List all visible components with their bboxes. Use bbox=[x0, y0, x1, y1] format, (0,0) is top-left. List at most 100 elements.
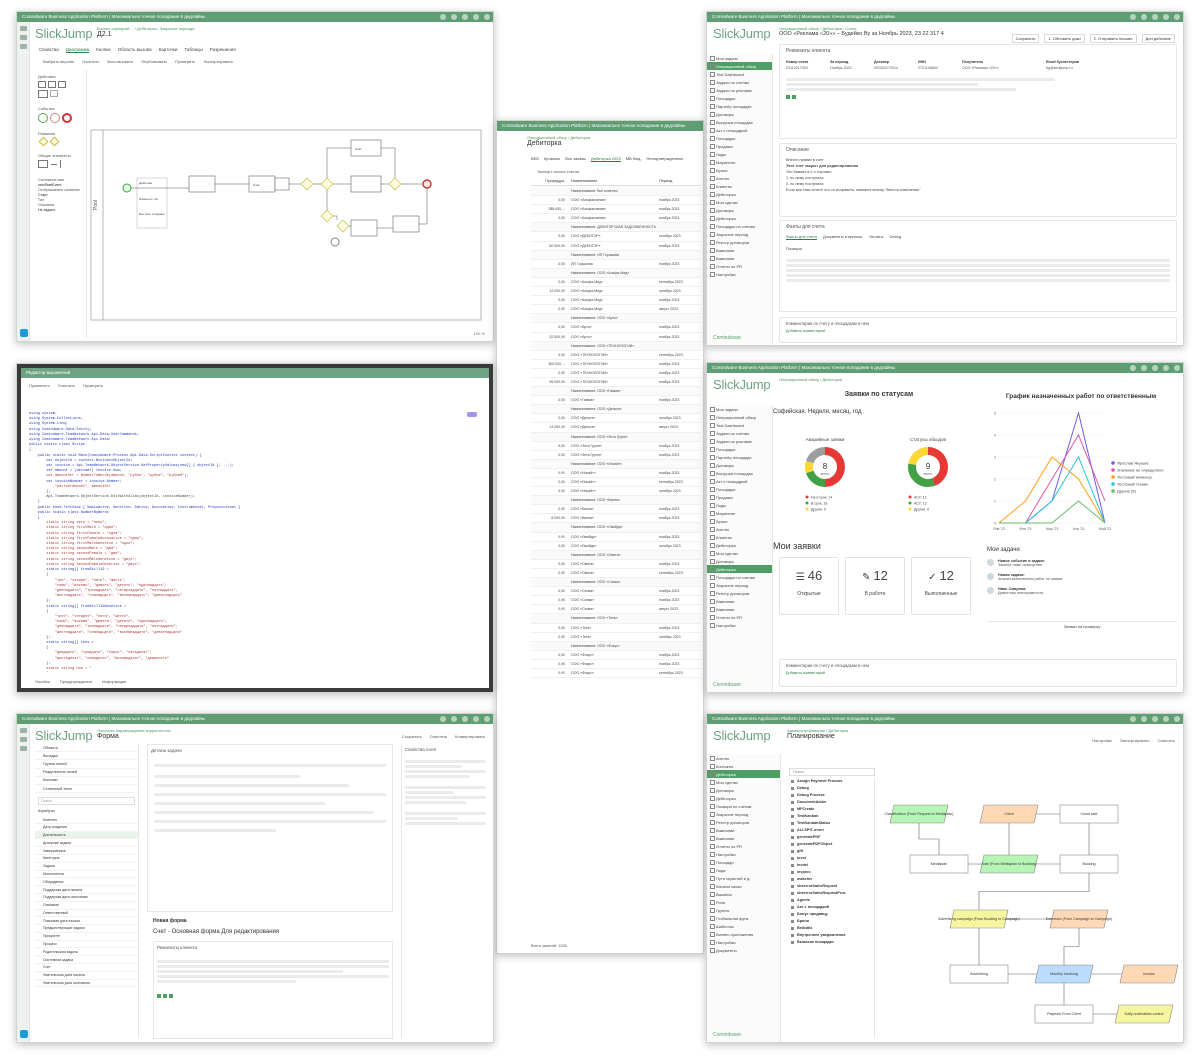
sidebar-item[interactable]: Операционный обзор bbox=[707, 413, 772, 421]
breadcrumb-text[interactable]: Операционный обзор / Дебиторка bbox=[779, 377, 842, 382]
sidebar-item[interactable]: Документы bbox=[707, 946, 780, 954]
table-row[interactable]: 0,00 ООО «Тета» октябрь 2023 bbox=[531, 633, 701, 642]
component-item[interactable]: Вкладка bbox=[35, 752, 138, 761]
rail-icon[interactable] bbox=[19, 728, 27, 733]
table-row[interactable]: 0,00 ООО «Инсайт» сентябрь 2023 bbox=[531, 478, 701, 488]
sidebar-item[interactable]: Агенты bbox=[707, 525, 772, 533]
table-row[interactable]: 0,00 ООО «Фокус» сентябрь 2023 bbox=[531, 669, 701, 679]
attribute-item[interactable]: Описание bbox=[35, 902, 138, 910]
field-value[interactable]: 202303172914 bbox=[874, 66, 914, 70]
settings-icon[interactable] bbox=[1163, 365, 1169, 371]
comindware-icon[interactable] bbox=[20, 329, 28, 337]
sidebar-item[interactable]: Площадки bbox=[707, 445, 772, 453]
tab-facts[interactable]: Факты для счета bbox=[786, 234, 817, 240]
table-row[interactable]: Наименование: Все клиенты bbox=[531, 187, 701, 197]
help-icon[interactable] bbox=[1130, 716, 1136, 722]
gateway[interactable] bbox=[388, 177, 402, 191]
search-input[interactable]: Поиск bbox=[38, 797, 135, 806]
sidebar-item[interactable]: Задачи по рекламе bbox=[707, 437, 772, 445]
tab-documents[interactable]: Документы и прилож. bbox=[823, 234, 863, 240]
checkbox[interactable] bbox=[792, 95, 796, 100]
share-icon[interactable] bbox=[1152, 14, 1158, 20]
attribute-item[interactable]: Фактическая дата начала bbox=[35, 972, 138, 980]
share-icon[interactable] bbox=[1152, 716, 1158, 722]
start-event-shape[interactable] bbox=[38, 113, 48, 123]
table-row[interactable]: 0,00 ООО «Омега» сентябрь 2023 bbox=[531, 569, 701, 579]
clear-button[interactable]: Очистить bbox=[1158, 738, 1175, 743]
sidebar-item[interactable]: Закрытие период bbox=[707, 230, 772, 238]
table-row[interactable]: 0,00 ООО «Альфаклиник» ноябрь 2023 bbox=[531, 214, 701, 224]
sidebar-item[interactable]: Площади bbox=[707, 858, 780, 866]
process-item[interactable]: Акт с площадкой bbox=[789, 904, 874, 911]
table-row[interactable]: 0,00 ООО «ТЕХНОЛОГИИ» ноябрь 2023 bbox=[531, 369, 701, 378]
send-letter-button[interactable]: 2. Отправить письмо bbox=[1089, 34, 1137, 43]
sidebar-item[interactable]: Продажи bbox=[707, 142, 772, 150]
sidebar-item[interactable]: Площадки bbox=[707, 94, 772, 102]
column-header[interactable]: Процедура bbox=[531, 179, 571, 183]
rail-icon[interactable] bbox=[19, 746, 27, 751]
sidebar-item[interactable]: Площадки по счетам bbox=[707, 222, 772, 230]
intermediate-event[interactable] bbox=[330, 237, 340, 247]
clear-button[interactable]: Очистить bbox=[58, 383, 75, 388]
process-item[interactable]: gift bbox=[789, 848, 874, 855]
table-row[interactable]: Наименование: ООО «Сигма» bbox=[531, 578, 701, 588]
attribute-item[interactable]: Дата создания bbox=[35, 824, 138, 832]
field-value[interactable]: bg@slickjump.ru bbox=[1046, 66, 1126, 70]
process-item[interactable]: invdel bbox=[789, 862, 874, 869]
table-row[interactable]: Наименование: ООО «Дельта» bbox=[531, 405, 701, 415]
tab-info[interactable]: Информация bbox=[102, 679, 127, 684]
sidebar-item[interactable]: Контакты bbox=[707, 762, 780, 770]
series-line[interactable] bbox=[999, 455, 1106, 524]
process-item[interactable]: generatePDF bbox=[789, 834, 874, 841]
end-event-shape[interactable] bbox=[62, 113, 72, 123]
sidebar-item[interactable]: Акт с площадкой bbox=[707, 477, 772, 485]
task-node[interactable] bbox=[350, 175, 382, 193]
sidebar-item[interactable]: Лиды bbox=[707, 501, 772, 509]
task-item[interactable]: Иван Смирнов Демонтаж неисправности bbox=[987, 587, 1177, 595]
sidebar-item[interactable]: Каналы связи bbox=[707, 882, 780, 890]
table-row[interactable]: Наименование: ООО «Тета» bbox=[531, 614, 701, 624]
sidebar-item[interactable]: Выгрузка площадок bbox=[707, 118, 772, 126]
process-item[interactable]: shserrorSalesRequestProc bbox=[789, 890, 874, 897]
tab-web[interactable]: ВЕБ bbox=[531, 156, 539, 162]
attribute-item[interactable]: Клиенты bbox=[35, 816, 138, 824]
sidebar-item[interactable]: Договоры bbox=[707, 786, 780, 794]
tab-tables[interactable]: Таблицы bbox=[184, 47, 202, 53]
review-requests-button[interactable]: Заявки на проверку bbox=[987, 621, 1177, 629]
sidebar-item[interactable]: Шаблоны bbox=[707, 922, 780, 930]
table-row[interactable]: 0,00 ООО «Гамма» ноябрь 2023 bbox=[531, 396, 701, 406]
comindware-icon[interactable] bbox=[20, 1030, 28, 1038]
add-comment-link[interactable]: Добавить комментарий bbox=[786, 671, 1170, 675]
sidebar-item[interactable]: Отчеты по PR bbox=[707, 842, 780, 850]
help-icon[interactable] bbox=[440, 14, 446, 20]
attribute-item[interactable]: Предшествующие задачи bbox=[35, 925, 138, 933]
table-row[interactable]: Наименование: ИП Горшкова bbox=[531, 250, 701, 260]
sidebar-item[interactable]: Партнёр площадки bbox=[707, 453, 772, 461]
sidebar-item[interactable]: Кампании bbox=[707, 834, 780, 842]
sidebar-item[interactable]: Мои задачи bbox=[707, 54, 772, 62]
attribute-item[interactable]: Исполнитель bbox=[35, 871, 138, 879]
attribute-item[interactable]: Длительность bbox=[35, 831, 138, 840]
table-row[interactable]: 288 000,... ООО «Альфаклиник» ноябрь 2023 bbox=[531, 205, 701, 215]
tab-all-orders[interactable]: Все заказы bbox=[565, 156, 586, 162]
table-row[interactable]: 0,00 ООО «Альфа-Мед» ноябрь 2023 bbox=[531, 296, 701, 306]
user-avatar[interactable] bbox=[1174, 716, 1180, 722]
restore-button[interactable]: Восстановить bbox=[107, 59, 133, 64]
column-header[interactable]: Период bbox=[659, 179, 672, 183]
sidebar-item[interactable]: Закрытие период bbox=[707, 810, 780, 818]
sidebar-item[interactable]: Кампании bbox=[707, 254, 772, 262]
checkbox[interactable] bbox=[169, 993, 173, 998]
sidebar-item[interactable]: Отчеты по PR bbox=[707, 613, 772, 621]
sidebar-item[interactable]: Выгрузка площадок bbox=[707, 469, 772, 477]
sidebar-item[interactable]: Кампании bbox=[707, 826, 780, 834]
sidebar-item[interactable]: Кампании bbox=[707, 605, 772, 613]
process-item[interactable]: TestKanban bbox=[789, 813, 874, 820]
table-row[interactable]: Наименование: ООО «Омега» bbox=[531, 550, 701, 560]
tab-mv-budget[interactable]: МВ бюд. bbox=[626, 156, 642, 162]
help-icon[interactable] bbox=[1130, 14, 1136, 20]
field-value[interactable]: Ноябрь 2023 bbox=[830, 66, 870, 70]
help-icon[interactable] bbox=[440, 716, 446, 722]
attribute-item[interactable]: Завершенные bbox=[35, 847, 138, 856]
settings-icon[interactable] bbox=[473, 14, 479, 20]
sidebar-item[interactable]: Операционный обзор bbox=[707, 62, 772, 70]
